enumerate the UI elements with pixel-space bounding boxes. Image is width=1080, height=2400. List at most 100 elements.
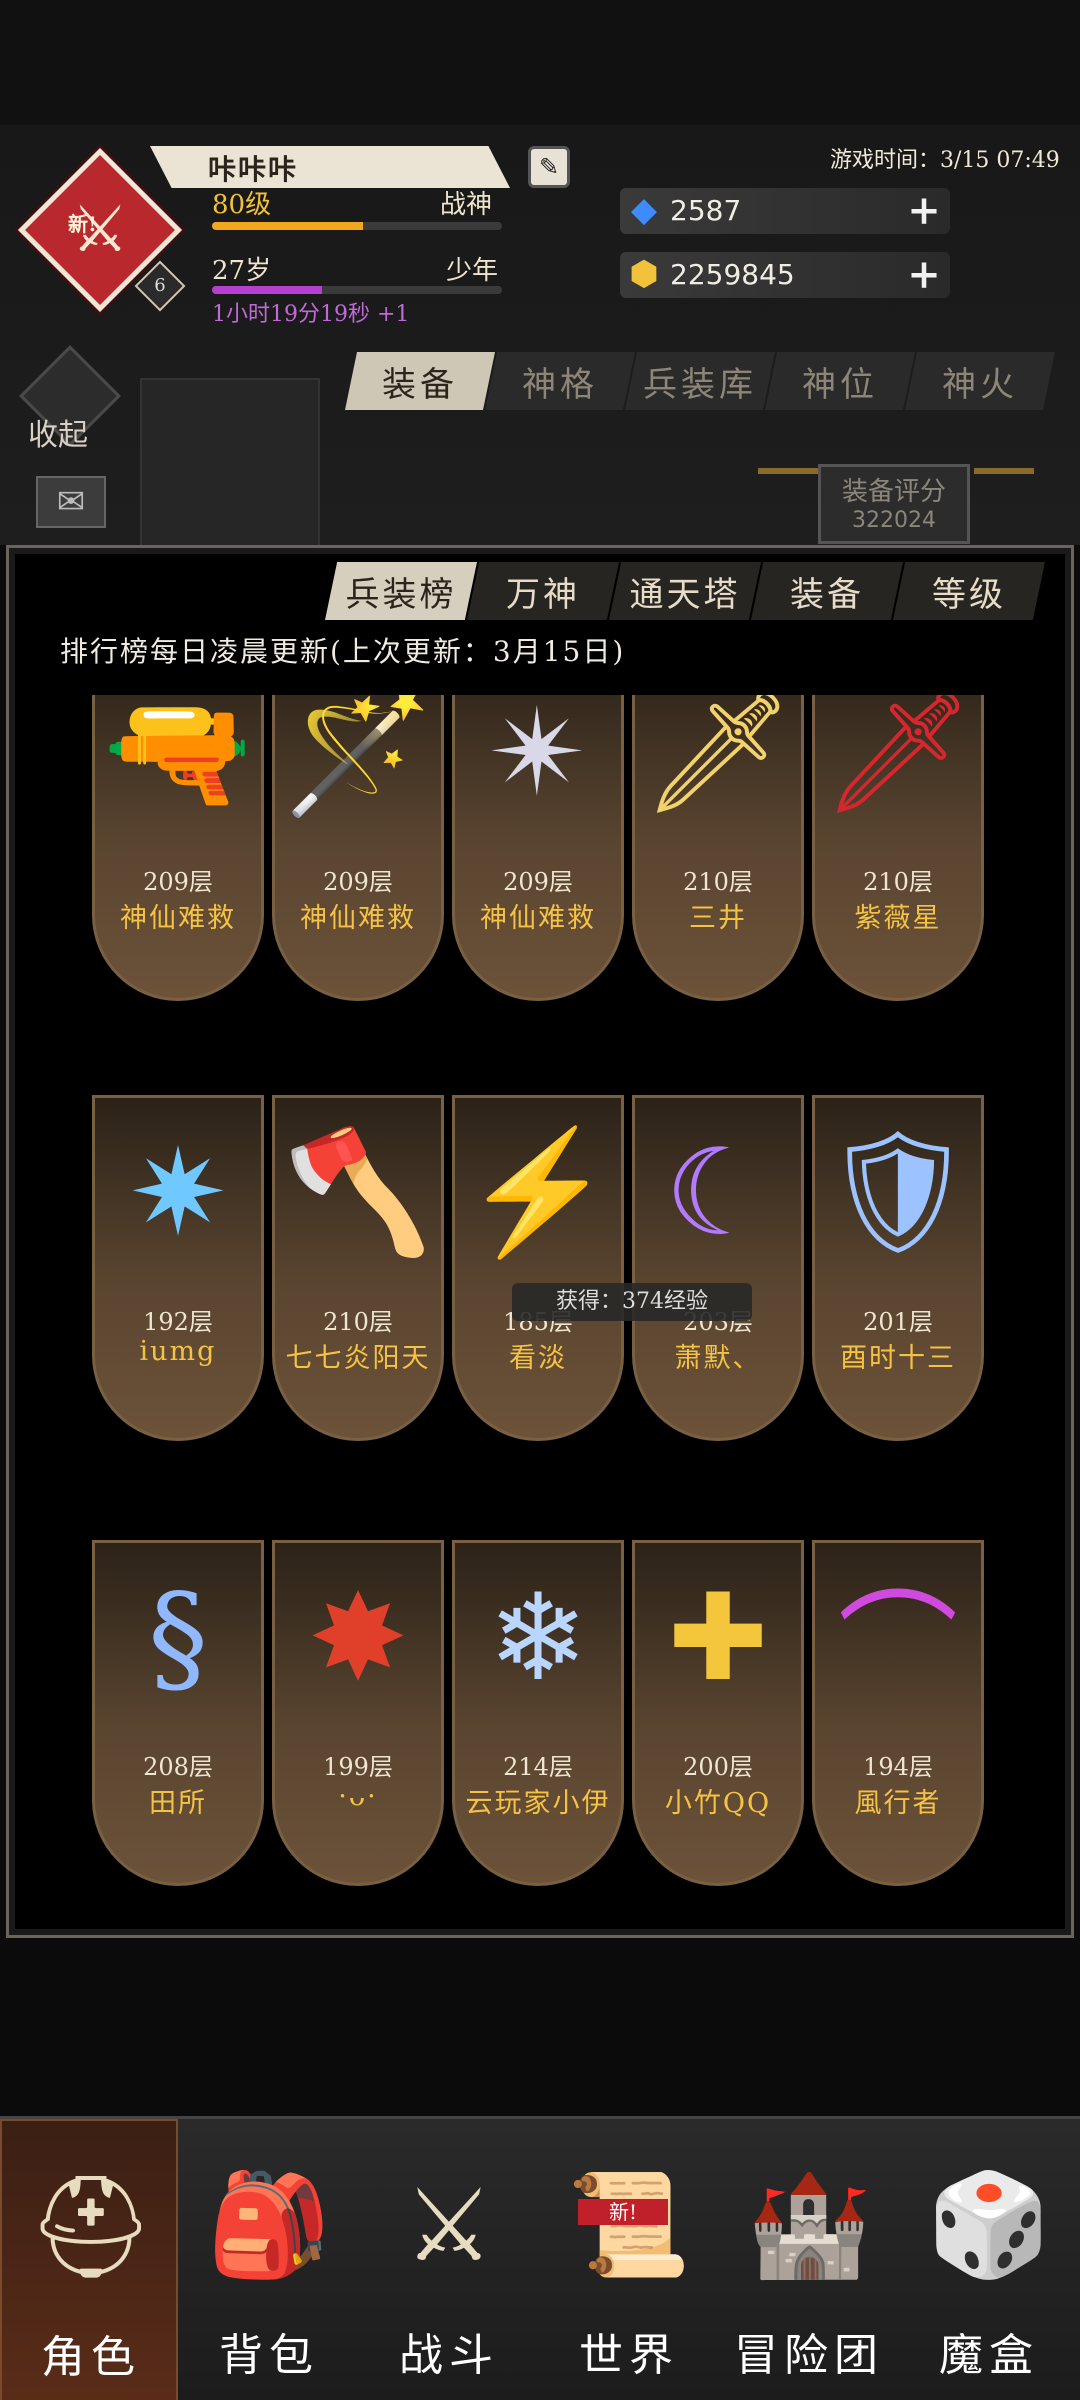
age-stage-label: 少年: [446, 256, 499, 286]
player-avatar-badge[interactable]: ⚔ 新! 6: [17, 147, 186, 313]
ranking-card[interactable]: § 208层 田所: [92, 1540, 264, 1886]
tab-gear-rank[interactable]: 装备: [751, 562, 903, 620]
frost-axe-icon: 🪓: [283, 1123, 433, 1262]
card-floor: 199层: [323, 1753, 393, 1781]
tab-divine-fire[interactable]: 神火: [905, 352, 1055, 410]
add-diamond-button[interactable]: +: [904, 187, 944, 234]
ranking-card[interactable]: 🪓 210层 七七炎阳天: [272, 1095, 444, 1441]
ranking-card[interactable]: 🪄 209层 神仙难救: [272, 695, 444, 1001]
helmet-icon: ⛑: [27, 2168, 155, 2285]
diamond-resource: ◆ 2587 +: [620, 187, 950, 234]
nav-label: 背包: [219, 2330, 319, 2381]
gold-gem-icon: ⬢: [629, 254, 659, 294]
card-player-name: 酉时十三: [840, 1343, 956, 1374]
nav-sword-shield[interactable]: ⚔ 战斗: [360, 2119, 538, 2400]
age-label: 27岁: [212, 256, 272, 286]
card-player-name: 神仙难救: [120, 903, 236, 934]
score-value: 322024: [852, 508, 936, 533]
nav-magic-box[interactable]: 🎲 魔盒: [900, 2119, 1078, 2400]
nav-new-badge: 新!: [578, 2199, 668, 2225]
card-floor: 209层: [143, 868, 213, 896]
ranking-card[interactable]: ⌒ 194层 風行者: [812, 1540, 984, 1886]
ranking-card[interactable]: ❄ 214层 云玩家小伊: [452, 1540, 624, 1886]
card-floor: 192层: [143, 1308, 213, 1336]
edit-icon: ✎: [538, 153, 560, 181]
add-gold-button[interactable]: +: [904, 251, 944, 298]
scythe-icon: ☾: [664, 1123, 772, 1263]
tab-level-rank[interactable]: 等级: [893, 562, 1045, 620]
flame-gun-icon: 🔫: [103, 695, 253, 822]
castle-icon: 🏰: [746, 2166, 872, 2283]
ranking-card[interactable]: 🗡 210层 紫薇星: [812, 695, 984, 1001]
ranking-card[interactable]: ✸ 199层 ·ᴗ·: [272, 1540, 444, 1886]
score-arrow-right: [974, 468, 1034, 474]
nav-castle[interactable]: 🏰 冒险团: [720, 2119, 898, 2400]
card-floor: 194层: [863, 1753, 933, 1781]
backpack-icon: 🎒: [206, 2166, 332, 2283]
ranking-card[interactable]: ☾ 203层 萧默、: [632, 1095, 804, 1441]
card-player-name: 云玩家小伊: [465, 1788, 611, 1819]
level-label: 80级: [212, 190, 272, 220]
player-name: 咔咔咔: [208, 153, 299, 186]
collapse-label: 收起: [28, 418, 88, 453]
card-player-name: 三井: [689, 903, 747, 934]
card-player-name: ·ᴗ·: [338, 1781, 378, 1812]
tab-equipment[interactable]: 装备: [345, 352, 495, 410]
blue-gem-icon: ◆: [630, 190, 658, 230]
ranking-card[interactable]: 🔫 209层神仙难救: [92, 695, 264, 1001]
card-player-name: 看淡: [509, 1343, 567, 1374]
nav-helmet[interactable]: ⛑ 角色: [0, 2119, 178, 2400]
ranking-card[interactable]: 🗡 210层 三井: [632, 695, 804, 1001]
edit-name-button[interactable]: ✎: [528, 146, 570, 188]
ice-star-icon: ✷: [127, 1123, 229, 1263]
card-floor: 210层: [323, 1308, 393, 1336]
tab-weapon-rank[interactable]: 兵装榜: [325, 562, 477, 620]
playtime: 1小时19分19秒 +1: [212, 302, 410, 327]
nav-scroll[interactable]: 📜新! 世界: [540, 2119, 718, 2400]
nav-backpack[interactable]: 🎒 背包: [180, 2119, 358, 2400]
lightning-spear-icon: ⚡: [463, 1123, 613, 1262]
name-plate: [150, 146, 510, 188]
tab-armory[interactable]: 兵装库: [625, 352, 775, 410]
magic-box-icon: 🎲: [926, 2166, 1052, 2283]
violet-staff-icon: 🪄: [283, 695, 433, 822]
ranking-card[interactable]: ✷ 192层 iumg: [92, 1095, 264, 1441]
purple-bow-icon: ⌒: [838, 1580, 958, 1719]
score-label: 装备评分: [841, 477, 946, 507]
game-time: 游戏时间：3/15 07:49: [830, 148, 1060, 173]
card-player-name: 田所: [149, 1788, 207, 1819]
sword-shield-icon: ⚔: [404, 2166, 494, 2284]
mail-icon[interactable]: ✉: [36, 476, 106, 528]
ranking-card[interactable]: ✴ 209层 神仙难救: [452, 695, 624, 1001]
tab-tower-rank[interactable]: 通天塔: [609, 562, 761, 620]
equipment-score: 装备评分 322024: [818, 464, 970, 544]
status-bar: [0, 0, 1080, 125]
equipment-tabs: 装备 神格 兵装库 神位 神火: [345, 352, 1055, 410]
character-portrait: [140, 378, 320, 548]
tab-gods-rank[interactable]: 万神: [467, 562, 619, 620]
scroll-icon: 📜: [540, 2155, 718, 2295]
card-player-name: 小竹QQ: [664, 1788, 772, 1819]
score-arrow-left: [758, 468, 818, 474]
exp-toast: 获得：374经验: [512, 1283, 752, 1321]
gold-count: 2259845: [670, 258, 795, 291]
ranking-card[interactable]: 🛡 201层 酉时十三: [812, 1095, 984, 1441]
collapse-button[interactable]: 收起 ✉: [14, 330, 124, 540]
holy-cross-icon: ✚: [667, 1568, 769, 1708]
nav-label: 魔盒: [939, 2330, 1039, 2381]
level-bar: [212, 222, 502, 230]
nav-label: 角色: [41, 2332, 141, 2383]
card-floor: 209层: [503, 868, 573, 896]
card-player-name: 萧默、: [674, 1343, 762, 1374]
card-floor: 210层: [863, 868, 933, 896]
crimson-blade-icon: 🗡: [821, 695, 975, 822]
tab-divinity[interactable]: 神格: [485, 352, 635, 410]
nav-label: 战斗: [399, 2330, 499, 2381]
gold-resource: ⬢ 2259845 +: [620, 251, 950, 298]
shuriken-icon: ✴: [487, 695, 589, 823]
ranking-card[interactable]: ✚ 200层 小竹QQ: [632, 1540, 804, 1886]
tab-god-rank[interactable]: 神位: [765, 352, 915, 410]
ranking-card[interactable]: ⚡ 185层 看淡: [452, 1095, 624, 1441]
bottom-nav: ⛑ 角色 🎒 背包 ⚔ 战斗 📜新! 世界 🏰 冒险团 🎲 魔盒: [0, 2116, 1080, 2400]
card-floor: 208层: [143, 1753, 213, 1781]
